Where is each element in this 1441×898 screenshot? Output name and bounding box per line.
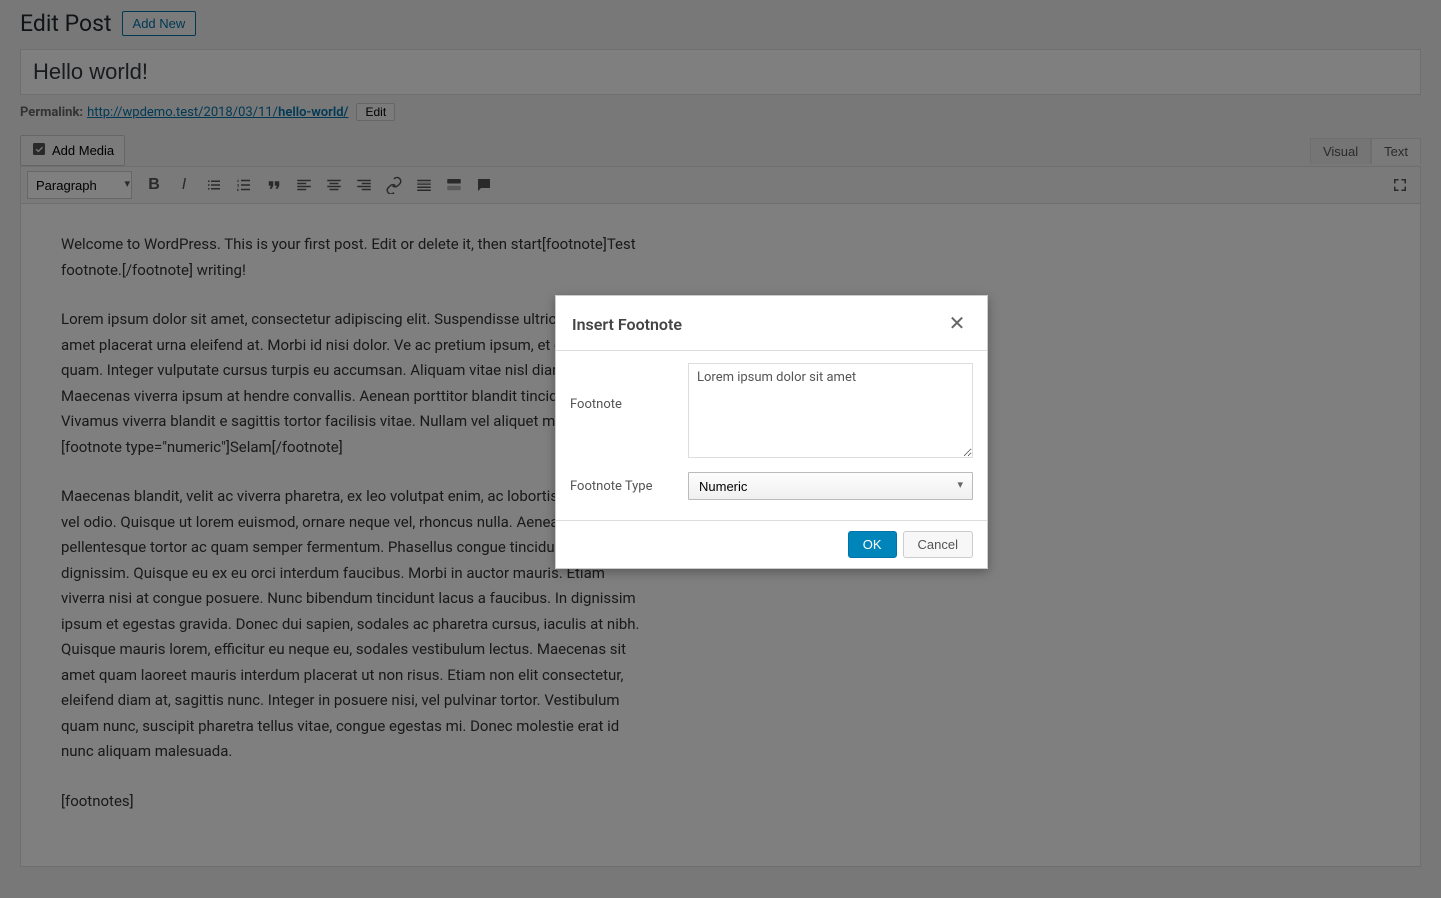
footnote-type-select[interactable]: Numeric xyxy=(688,472,973,500)
footnote-field-label: Footnote xyxy=(570,363,688,412)
insert-footnote-modal: Insert Footnote ✕ Footnote Footnote Type… xyxy=(555,295,988,569)
modal-title: Insert Footnote xyxy=(572,315,682,334)
modal-body: Footnote Footnote Type Numeric xyxy=(556,351,987,520)
close-icon[interactable]: ✕ xyxy=(943,310,971,338)
cancel-button[interactable]: Cancel xyxy=(903,531,973,558)
modal-header: Insert Footnote ✕ xyxy=(556,296,987,351)
footnote-textarea[interactable] xyxy=(688,363,973,458)
footnote-type-label: Footnote Type xyxy=(570,479,688,494)
ok-button[interactable]: OK xyxy=(848,531,897,558)
modal-footer: OK Cancel xyxy=(556,520,987,568)
